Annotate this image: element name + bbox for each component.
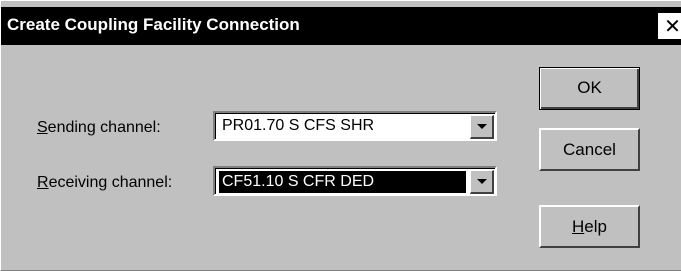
sending-channel-label-text: ending channel: [47,119,161,136]
title-bar[interactable]: Create Coupling Facility Connection ✕ [1,7,681,45]
sending-channel-combobox[interactable]: PR01.70 S CFS SHR [213,111,497,141]
receiving-channel-value: CF51.10 S CFR DED [219,171,466,193]
dialog-title: Create Coupling Facility Connection [7,15,300,34]
cancel-button[interactable]: Cancel [539,128,640,171]
receiving-channel-combobox[interactable]: CF51.10 S CFR DED [213,166,497,196]
receiving-channel-label-text: eceiving channel: [48,174,173,191]
help-button[interactable]: Help [539,205,640,248]
sending-channel-mnemonic: S [37,119,48,136]
create-cf-connection-dialog: Create Coupling Facility Connection ✕ Se… [0,0,681,271]
receiving-channel-dropdown-button[interactable] [470,170,494,194]
ok-button[interactable]: OK [539,67,640,110]
sending-channel-value: PR01.70 S CFS SHR [222,117,375,134]
sending-channel-label: Sending channel: [37,119,161,137]
receiving-channel-mnemonic: R [37,174,49,191]
sending-channel-field: PR01.70 S CFS SHR [215,113,495,139]
close-icon: ✕ [664,16,681,38]
help-mnemonic: H [572,217,585,236]
sending-channel-dropdown-button[interactable] [470,115,494,139]
close-button[interactable]: ✕ [658,13,681,39]
receiving-channel-label: Receiving channel: [37,174,172,192]
receiving-channel-field: CF51.10 S CFR DED [215,168,495,194]
help-label-text: elp [584,217,607,236]
